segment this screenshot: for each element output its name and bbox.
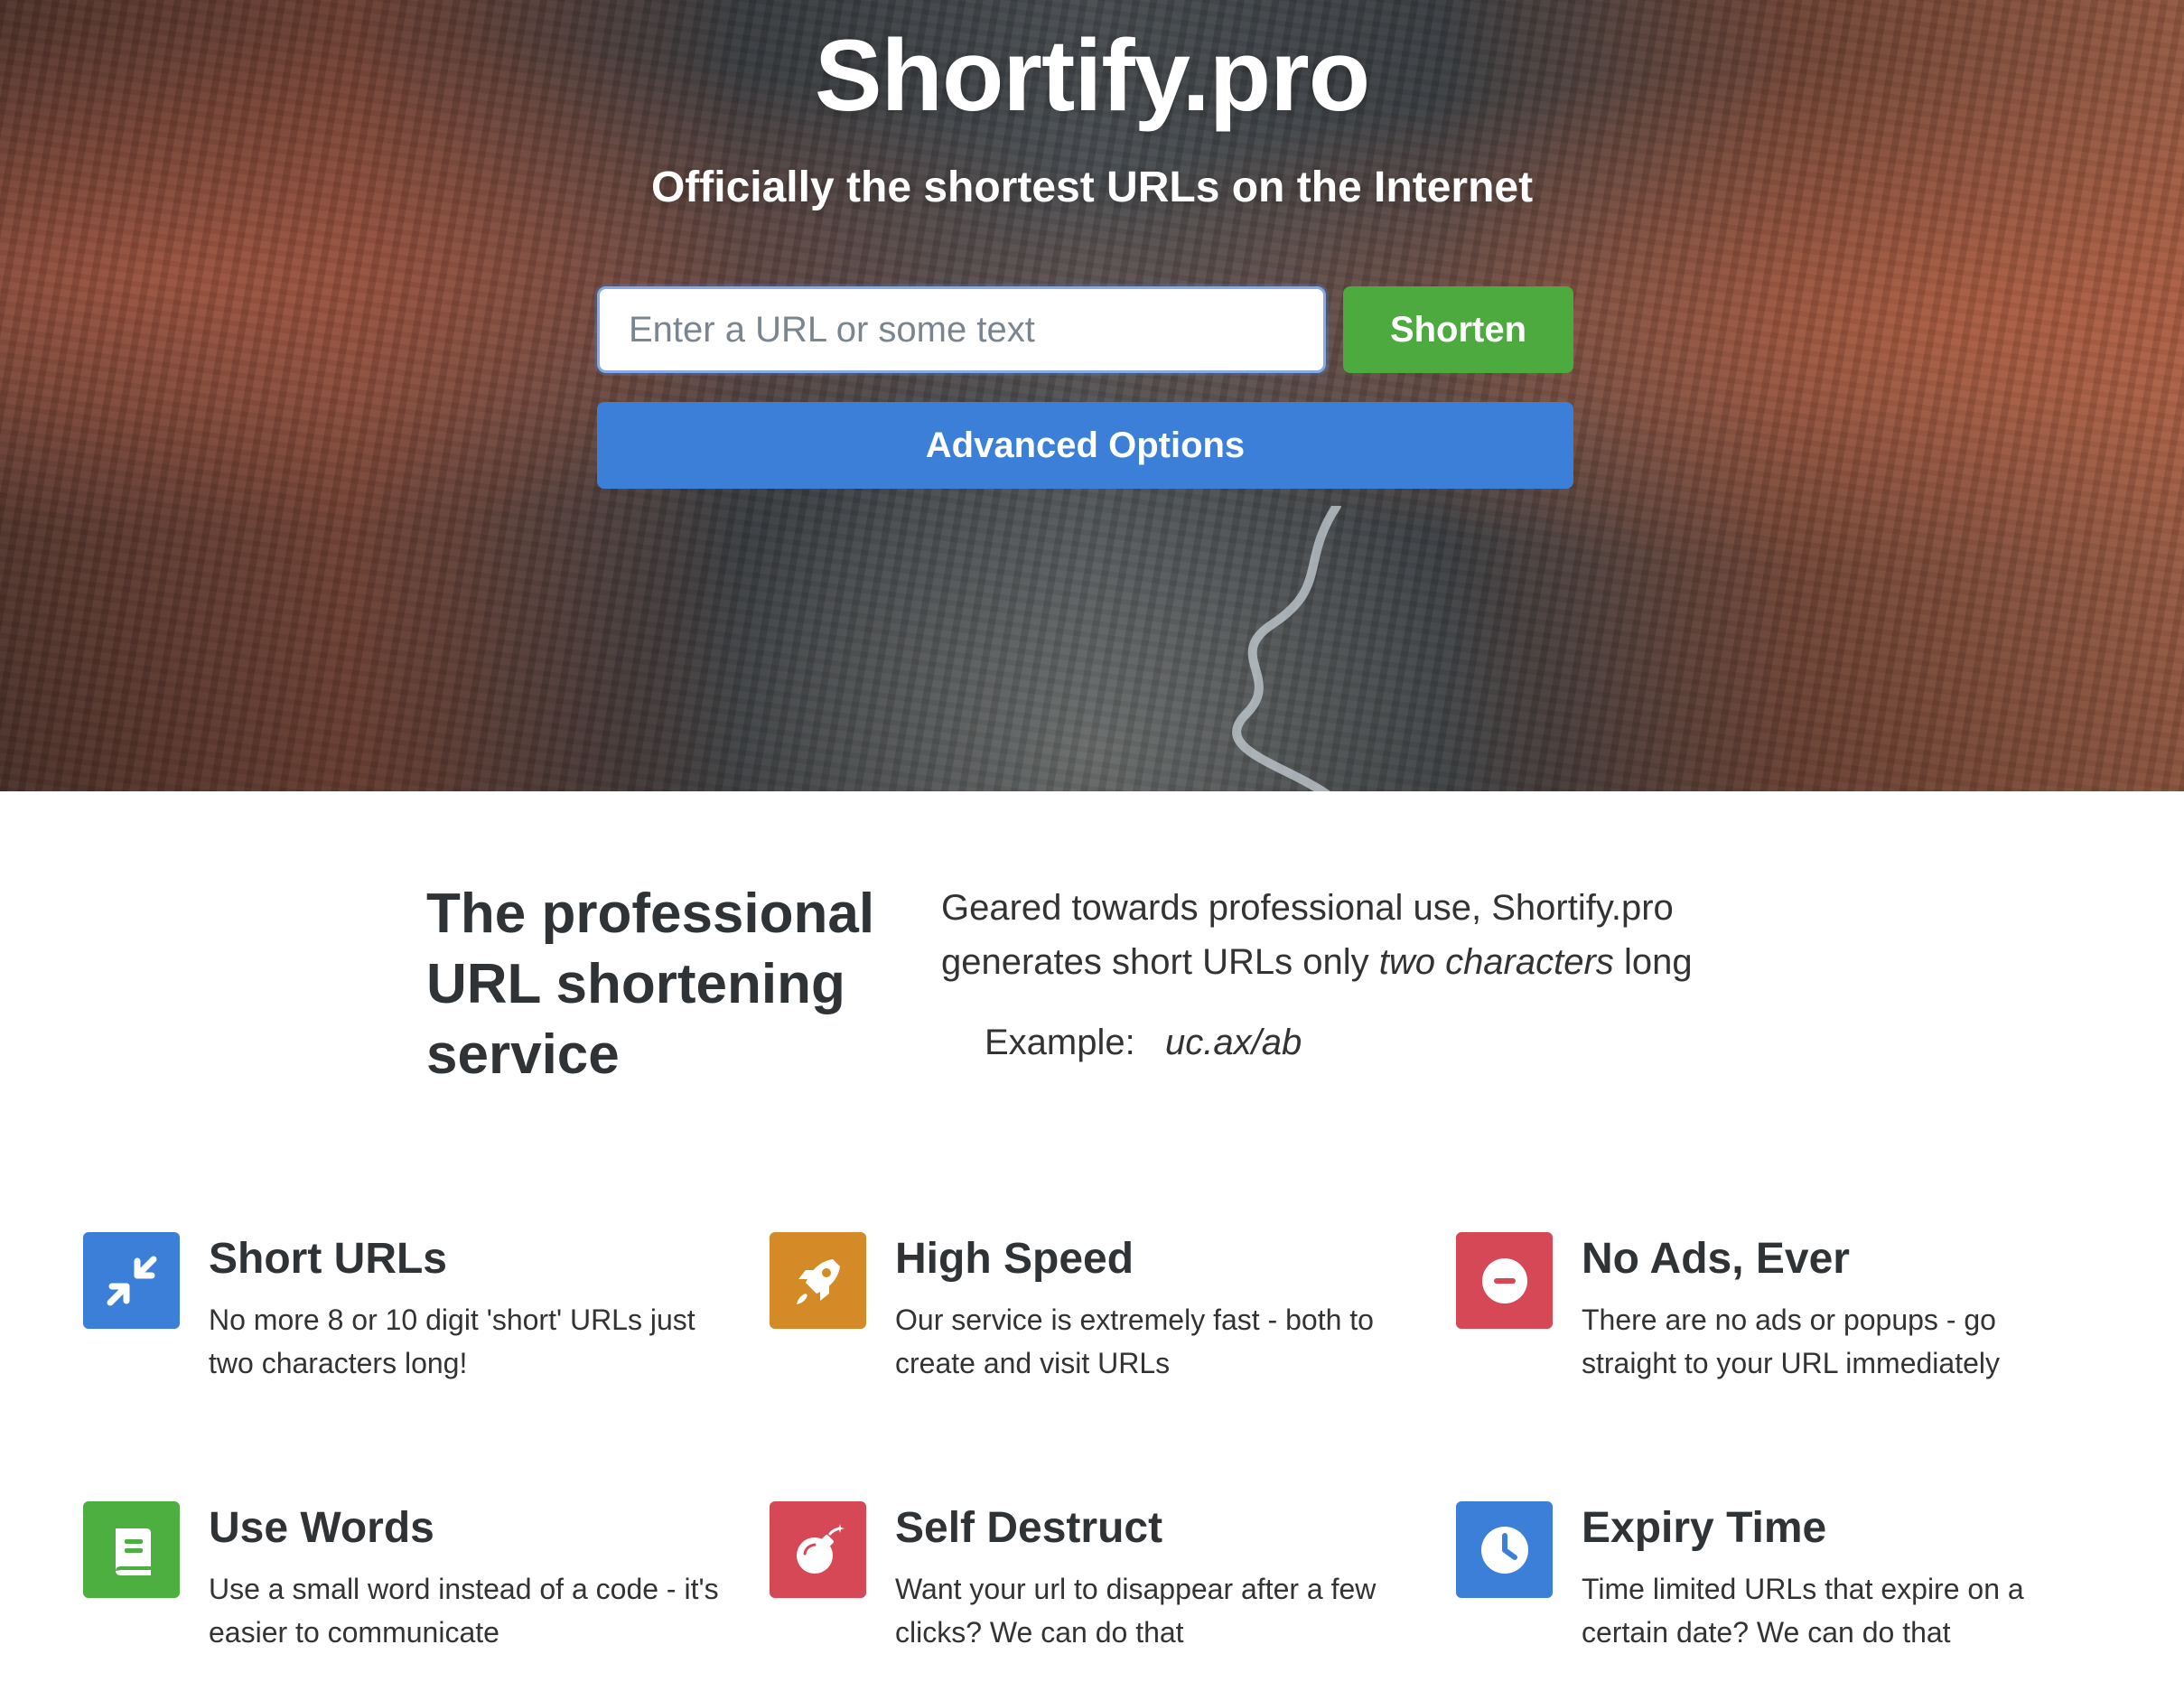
- feature-high-speed: High Speed Our service is extremely fast…: [770, 1232, 1420, 1413]
- feature-title: Short URLs: [209, 1235, 447, 1283]
- feature-title: Expiry Time: [1582, 1504, 1827, 1552]
- feature-use-words: Use Words Use a small word instead of a …: [83, 1501, 733, 1682]
- hero-tagline: Officially the shortest URLs on the Inte…: [650, 164, 1534, 211]
- feature-description: Our service is extremely fast - both to …: [895, 1304, 1374, 1379]
- feature-description: There are no ads or popups - go straight…: [1582, 1304, 2000, 1379]
- advanced-options-button[interactable]: Advanced Options: [597, 402, 1573, 489]
- feature-self-destruct: Self Destruct Want your url to disappear…: [770, 1501, 1420, 1682]
- clock-icon: [1456, 1501, 1553, 1598]
- intro-description: Geared towards professional use, Shortif…: [941, 881, 1754, 989]
- rocket-icon: [770, 1232, 866, 1329]
- intro-heading: The professional URL shortening service: [426, 883, 875, 1086]
- feature-no-ads: No Ads, Ever There are no ads or popups …: [1456, 1232, 2106, 1413]
- example-label: Example:: [985, 1023, 1135, 1062]
- feature-expiry-time: Expiry Time Time limited URLs that expir…: [1456, 1501, 2106, 1682]
- bomb-icon: [770, 1501, 866, 1598]
- url-input[interactable]: [597, 286, 1326, 373]
- feature-short-urls: Short URLs No more 8 or 10 digit 'short'…: [83, 1232, 733, 1413]
- intro-description-emphasis: two characters: [1378, 942, 1614, 982]
- feature-description: Use a small word instead of a code - it'…: [209, 1573, 719, 1649]
- feature-title: No Ads, Ever: [1582, 1235, 1850, 1283]
- example-url: uc.ax/ab: [1165, 1023, 1302, 1062]
- feature-title: High Speed: [895, 1235, 1134, 1283]
- river-decoration: [1232, 506, 1341, 791]
- intro-description-suffix: long: [1623, 942, 1693, 982]
- hero-section: Shortify.pro Officially the shortest URL…: [0, 0, 2184, 791]
- feature-title: Use Words: [209, 1504, 434, 1552]
- feature-description: No more 8 or 10 digit 'short' URLs just …: [209, 1304, 695, 1379]
- minus-circle-icon: [1456, 1232, 1553, 1329]
- feature-title: Self Destruct: [895, 1504, 1163, 1552]
- feature-description: Want your url to disappear after a few c…: [895, 1573, 1377, 1649]
- book-icon: [83, 1501, 180, 1598]
- compress-arrows-icon: [83, 1232, 180, 1329]
- shorten-button[interactable]: Shorten: [1343, 286, 1573, 373]
- feature-description: Time limited URLs that expire on a certa…: [1582, 1573, 2024, 1649]
- brand-title: Shortify.pro: [814, 19, 1370, 132]
